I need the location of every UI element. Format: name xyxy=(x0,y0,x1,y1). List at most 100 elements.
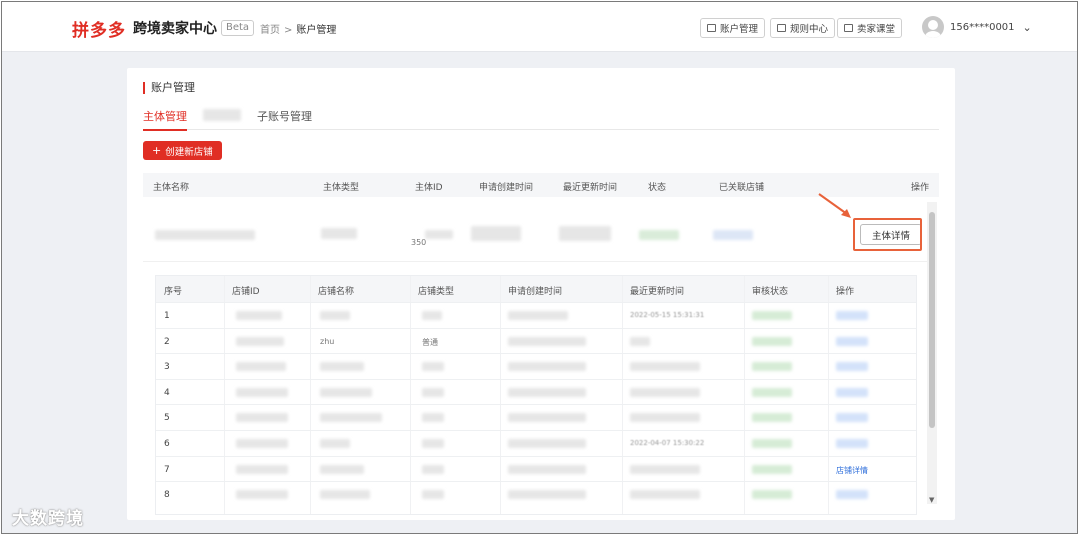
col-review-status: 审核状态 xyxy=(752,287,789,297)
blurred-updated-time xyxy=(630,490,700,500)
blurred-review-status xyxy=(752,464,792,474)
annotation-highlight-box xyxy=(853,218,922,251)
table-row: 5 xyxy=(156,404,916,430)
blurred-review-status xyxy=(752,413,792,423)
col-updated-time: 最近更新时间 xyxy=(563,183,618,193)
col-store-updated: 最近更新时间 xyxy=(630,287,685,297)
col-store-actions: 操作 xyxy=(836,287,855,297)
store-name: zhu xyxy=(320,336,335,346)
blurred-created-time xyxy=(508,413,586,423)
entity-row: 350 xyxy=(143,202,927,262)
blurred-updated-time xyxy=(630,387,700,397)
vertical-scrollbar[interactable]: ▼ xyxy=(927,202,937,504)
blurred-store-id xyxy=(236,464,288,474)
table-row: 1 2022-05-15 15:31:31 xyxy=(156,302,916,328)
blurred-review-status xyxy=(752,362,792,372)
tab-sub-accounts[interactable]: 子账号管理 xyxy=(257,108,312,130)
blurred-store-type xyxy=(422,490,444,500)
scrollbar-thumb[interactable] xyxy=(929,212,935,428)
pinduoduo-logo[interactable]: 拼多多 xyxy=(72,16,126,41)
blurred-action-link[interactable] xyxy=(836,311,868,320)
row-index: 5 xyxy=(164,413,170,424)
blurred-store-id xyxy=(236,336,284,346)
updated-time: 2022-04-07 15:30:22 xyxy=(630,439,705,447)
account-management-button[interactable]: 账户管理 xyxy=(700,18,766,38)
rules-center-label: 规则中心 xyxy=(790,24,829,35)
seller-class-button[interactable]: 卖家课堂 xyxy=(837,18,903,38)
store-table-header: 序号 店铺ID 店铺名称 店铺类型 申请创建时间 最近更新时间 审核状态 操作 xyxy=(156,276,916,302)
top-navigation-bar: 拼多多 跨境卖家中心 Beta 首页 > 账户管理 账户管理 规则中心 卖家课堂 1… xyxy=(2,2,1077,52)
watermark: 大数跨境 xyxy=(12,509,84,529)
table-row: 7 店铺详情 xyxy=(156,455,916,482)
blurred-store-name xyxy=(320,464,364,474)
blurred-store-type xyxy=(422,413,444,423)
blurred-created-time xyxy=(508,336,586,346)
blurred-entity-id xyxy=(425,230,453,239)
blurred-created-time xyxy=(508,490,586,500)
blurred-updated-time xyxy=(630,464,700,474)
id-card-icon xyxy=(707,24,716,32)
blurred-store-type xyxy=(422,464,444,474)
blurred-created-time xyxy=(508,464,586,474)
col-store-type: 店铺类型 xyxy=(418,287,455,297)
book-icon xyxy=(844,24,853,32)
app-name: 跨境卖家中心 xyxy=(133,21,217,37)
avatar[interactable] xyxy=(922,16,944,38)
create-store-button[interactable]: + 创建新店铺 xyxy=(143,141,222,160)
tab-account-management[interactable] xyxy=(203,108,241,130)
blurred-status xyxy=(639,230,679,240)
tab-bar: 主体管理 子账号管理 xyxy=(143,108,939,131)
store-type: 普通 xyxy=(422,337,438,347)
col-index: 序号 xyxy=(164,287,183,297)
blurred-linked-stores xyxy=(713,230,753,240)
breadcrumb-home[interactable]: 首页 xyxy=(260,25,280,36)
blurred-created-time xyxy=(508,311,568,320)
col-entity-name: 主体名称 xyxy=(153,183,190,193)
blurred-store-type xyxy=(422,387,444,397)
blurred-action-link[interactable] xyxy=(836,387,868,397)
blurred-action-link[interactable] xyxy=(836,439,868,448)
blurred-action-link[interactable] xyxy=(836,362,868,372)
col-created-time: 申请创建时间 xyxy=(479,183,534,193)
annotation-arrow xyxy=(818,193,851,218)
blurred-store-name xyxy=(320,311,350,320)
user-phone: 156****0001 xyxy=(950,21,1015,33)
document-icon xyxy=(777,24,786,32)
scroll-down-icon[interactable]: ▼ xyxy=(929,496,934,504)
entity-id-fragment: 350 xyxy=(411,238,427,247)
blurred-action-link[interactable] xyxy=(836,336,868,346)
table-row: 6 2022-04-07 15:30:22 xyxy=(156,430,916,456)
account-management-label: 账户管理 xyxy=(720,24,759,35)
tab-entity-management[interactable]: 主体管理 xyxy=(143,108,187,131)
blurred-updated-time xyxy=(630,413,700,423)
blurred-store-id xyxy=(236,362,286,372)
blurred-text xyxy=(203,109,241,121)
blurred-created-time xyxy=(471,226,521,241)
col-store-created: 申请创建时间 xyxy=(508,287,563,297)
blurred-review-status xyxy=(752,336,792,346)
store-detail-link[interactable]: 店铺详情 xyxy=(836,465,868,476)
plus-icon: + xyxy=(152,144,162,157)
blurred-entity-name xyxy=(155,230,255,240)
blurred-store-id xyxy=(236,311,282,320)
blurred-review-status xyxy=(752,439,792,448)
col-store-name: 店铺名称 xyxy=(318,287,355,297)
breadcrumb-separator: > xyxy=(284,25,293,36)
blurred-action-link[interactable] xyxy=(836,413,868,423)
chevron-down-icon[interactable]: ⌄ xyxy=(1023,21,1032,34)
blurred-store-name xyxy=(320,362,364,372)
col-actions: 操作 xyxy=(911,183,930,193)
user-menu[interactable]: 156****0001 ⌄ xyxy=(922,16,1032,38)
blurred-review-status xyxy=(752,387,792,397)
table-row: 8 xyxy=(156,481,916,507)
blurred-updated-time xyxy=(559,226,611,241)
blurred-created-time xyxy=(508,387,586,397)
blurred-action-link[interactable] xyxy=(836,490,868,500)
rules-center-button[interactable]: 规则中心 xyxy=(770,18,836,38)
store-table: 序号 店铺ID 店铺名称 店铺类型 申请创建时间 最近更新时间 审核状态 操作 … xyxy=(155,275,917,515)
blurred-created-time xyxy=(508,362,586,372)
blurred-store-type xyxy=(422,362,444,372)
col-status: 状态 xyxy=(648,183,667,193)
col-entity-id: 主体ID xyxy=(415,183,443,193)
blurred-store-id xyxy=(236,490,288,500)
